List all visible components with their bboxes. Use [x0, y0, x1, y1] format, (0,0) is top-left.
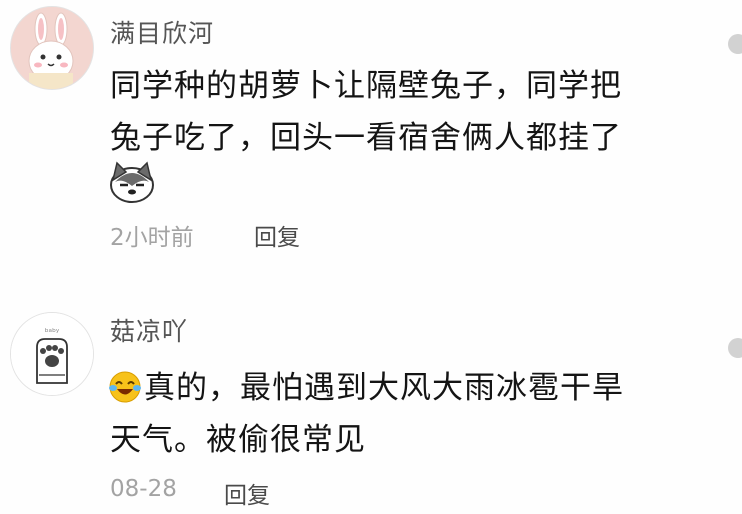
comment-item: ᵇᵃᵇʸ 菇凉吖 真的，最怕遇到大风大雨冰雹干旱 天气。被偷很常见 08-28 … [0, 300, 742, 514]
comment-list: 满目欣河 同学种的胡萝卜让隔壁兔子，同学把 兔子吃了，回头一看宿舍俩人都挂了 2… [0, 0, 742, 514]
comment-time: 08-28 [110, 476, 177, 502]
username[interactable]: 菇凉吖 [110, 312, 188, 348]
comment-text-line: 天气。被偷很常见 [110, 422, 366, 458]
user-avatar[interactable]: ᵇᵃᵇʸ [10, 312, 94, 396]
laughing-crying-emoji-icon [109, 371, 141, 403]
husky-dog-emoji-icon [110, 161, 154, 203]
comment-text-line: 真的，最怕遇到大风大雨冰雹干旱 [108, 362, 624, 407]
comment-text-line: 兔子吃了，回头一看宿舍俩人都挂了 [110, 120, 622, 156]
more-options-icon[interactable] [728, 338, 742, 358]
username[interactable]: 满目欣河 [110, 14, 214, 50]
comment-text-segment: 真的，最怕遇到大风大雨冰雹干旱 [144, 370, 624, 406]
comment-text-line: 同学种的胡萝卜让隔壁兔子，同学把 [110, 68, 622, 104]
comment-time: 2小时前 [110, 225, 194, 251]
cat-paw-avatar-icon: ᵇᵃᵇʸ [11, 313, 93, 395]
comment-item: 满目欣河 同学种的胡萝卜让隔壁兔子，同学把 兔子吃了，回头一看宿舍俩人都挂了 2… [0, 0, 742, 275]
bunny-avatar-icon [11, 7, 93, 89]
user-avatar[interactable] [10, 6, 94, 90]
reply-button[interactable]: 回复 [254, 218, 300, 252]
avatar-text: ᵇᵃᵇʸ [45, 328, 60, 338]
more-options-icon[interactable] [728, 34, 742, 54]
reply-button[interactable]: 回复 [224, 476, 270, 510]
